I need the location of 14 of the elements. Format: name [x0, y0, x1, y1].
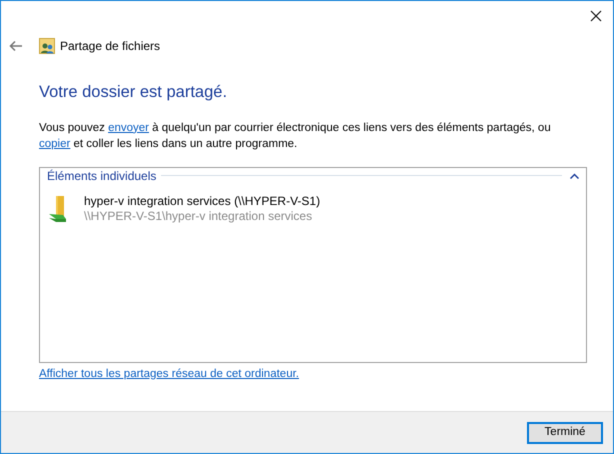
description-text: Vous pouvez envoyer à quelqu'un par courrier électronique ces liens vers des éléments partagés, ou copier et coller les liens dans un autre programme. [39, 120, 552, 152]
text-link[interactable]: envoyer [108, 122, 149, 134]
group-header: Éléments individuels [47, 168, 156, 185]
share-name: hyper-v integration services (\\HYPER-V-S1) [84, 194, 320, 209]
text-link[interactable]: copier [39, 138, 70, 150]
window-title: Partage de fichiers [60, 38, 160, 55]
done-button[interactable]: Terminé [527, 422, 603, 444]
page-heading: Votre dossier est partagé. [39, 82, 228, 103]
network-shares-link[interactable]: Afficher tous les partages réseau de cet ordinateur. [39, 366, 575, 383]
collapse-chevron-icon[interactable] [570, 172, 579, 179]
back-arrow-icon[interactable] [9, 40, 23, 52]
shared-users-icon [39, 38, 55, 54]
share-path: \\HYPER-V-S1\hyper-v integration services [84, 208, 314, 224]
close-icon[interactable] [590, 10, 602, 22]
